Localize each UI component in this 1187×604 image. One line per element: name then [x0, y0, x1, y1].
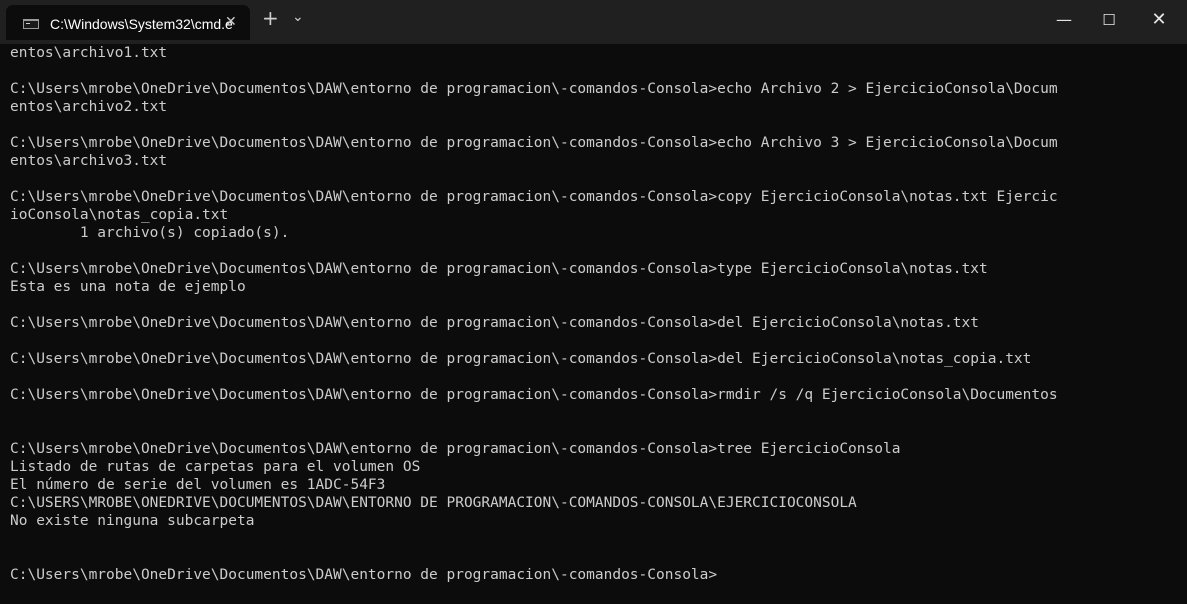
console-line: entos\archivo1.txt [10, 45, 168, 61]
console-line: C:\Users\mrobe\OneDrive\Documentos\DAW\e… [10, 261, 988, 277]
console-line: Listado de rutas de carpetas para el vol… [10, 459, 421, 475]
console-line: El número de serie del volumen es 1ADC-5… [10, 477, 386, 493]
console-line: ioConsola\notas_copia.txt [10, 207, 229, 223]
console-line: C:\Users\mrobe\OneDrive\Documentos\DAW\e… [10, 441, 901, 457]
close-button[interactable]: ✕ [1139, 2, 1179, 42]
console-line: C:\Users\mrobe\OneDrive\Documentos\DAW\e… [10, 189, 1058, 205]
maximize-button[interactable]: ☐ [1089, 2, 1129, 42]
tab-title: C:\Windows\System32\cmd.e [50, 16, 233, 32]
chevron-down-icon[interactable]: ⌄ [292, 9, 304, 25]
console-line: No existe ninguna subcarpeta [10, 513, 255, 529]
title-bar[interactable]: C:\Windows\System32\cmd.e ✕ + ⌄ — ☐ ✕ [0, 0, 1187, 44]
console-icon [23, 19, 39, 29]
console-line: entos\archivo2.txt [10, 99, 168, 115]
tab-close-icon[interactable]: ✕ [225, 14, 237, 30]
console-line: C:\USERS\MROBE\ONEDRIVE\DOCUMENTOS\DAW\E… [10, 495, 857, 511]
console-line: C:\Users\mrobe\OneDrive\Documentos\DAW\e… [10, 315, 980, 331]
console-line: 1 archivo(s) copiado(s). [10, 225, 290, 241]
console-line: C:\Users\mrobe\OneDrive\Documentos\DAW\e… [10, 387, 1058, 403]
console-line: entos\archivo3.txt [10, 153, 168, 169]
console-line: C:\Users\mrobe\OneDrive\Documentos\DAW\e… [10, 135, 1058, 151]
console-prompt: C:\Users\mrobe\OneDrive\Documentos\DAW\e… [10, 567, 718, 583]
console-line: C:\Users\mrobe\OneDrive\Documentos\DAW\e… [10, 81, 1058, 97]
console-line: C:\Users\mrobe\OneDrive\Documentos\DAW\e… [10, 351, 1032, 367]
new-tab-button[interactable]: + [262, 6, 279, 30]
console-line: Esta es una nota de ejemplo [10, 279, 246, 295]
minimize-button[interactable]: — [1044, 2, 1084, 42]
tab-cmd[interactable]: C:\Windows\System32\cmd.e ✕ [6, 5, 250, 40]
console-output[interactable]: entos\archivo1.txt C:\Users\mrobe\OneDriv… [10, 44, 1180, 604]
terminal-window: C:\Windows\System32\cmd.e ✕ + ⌄ — ☐ ✕ en… [0, 0, 1187, 604]
